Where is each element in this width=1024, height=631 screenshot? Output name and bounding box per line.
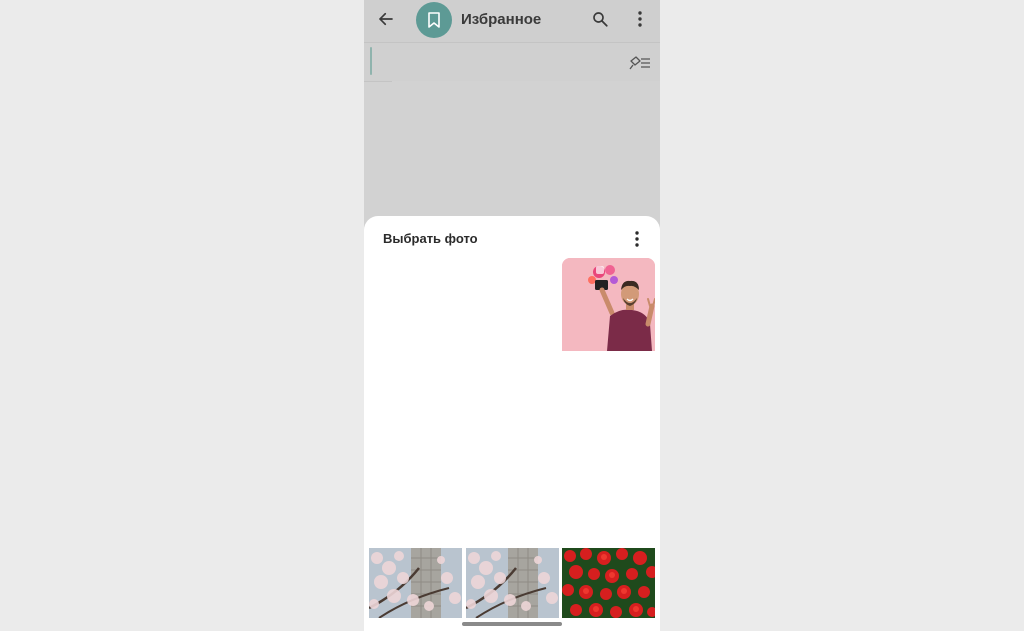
pinned-message-bar[interactable] — [364, 43, 660, 82]
selfie-image — [562, 258, 655, 351]
more-vertical-icon — [635, 231, 639, 247]
more-options-button[interactable] — [626, 5, 654, 33]
red-roses-photo[interactable] — [562, 548, 655, 618]
photo-picker-sheet: Выбрать фото — [364, 216, 660, 631]
chat-area — [364, 82, 660, 222]
bookmark-icon — [428, 12, 440, 28]
man-selfie-photo[interactable] — [562, 258, 655, 351]
cherry-blossom-photo[interactable] — [466, 548, 559, 618]
sheet-more-button[interactable] — [623, 225, 651, 253]
avatar[interactable] — [416, 2, 452, 38]
back-button[interactable] — [372, 5, 400, 33]
phone-screen: Избранное Выбрать фото — [364, 0, 660, 631]
blossom-image — [369, 548, 462, 618]
search-icon — [593, 12, 608, 27]
pinned-list-button[interactable] — [626, 49, 654, 77]
home-indicator[interactable] — [462, 622, 562, 626]
blossom-image — [466, 548, 559, 618]
sheet-title: Выбрать фото — [383, 231, 478, 246]
roses-image — [562, 548, 655, 618]
pin-list-icon — [629, 56, 650, 70]
pinned-accent-line — [370, 47, 372, 75]
arrow-left-icon — [379, 12, 393, 26]
chat-title[interactable]: Избранное — [461, 11, 541, 28]
more-vertical-icon — [638, 11, 642, 27]
app-bar: Избранное — [364, 0, 660, 43]
search-button[interactable] — [586, 5, 614, 33]
cherry-blossom-photo[interactable] — [369, 548, 462, 618]
